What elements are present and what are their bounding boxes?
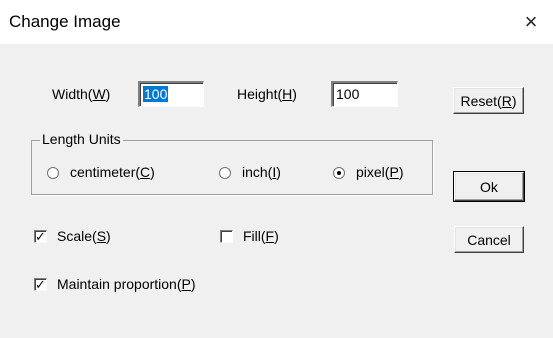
close-icon[interactable]: × — [509, 0, 553, 44]
fill-label[interactable]: Fill(F) — [243, 228, 279, 244]
window-title: Change Image — [9, 12, 121, 31]
radio-inch[interactable] — [219, 167, 231, 179]
radio-centimeter-label[interactable]: centimeter(C) — [70, 164, 155, 180]
height-label: Height(H) — [237, 86, 297, 102]
fill-checkbox[interactable] — [220, 230, 233, 243]
maintain-proportion-checkbox[interactable]: ✓ — [34, 278, 47, 291]
maintain-proportion-label[interactable]: Maintain proportion(P) — [57, 276, 196, 292]
checkmark-icon: ✓ — [35, 229, 46, 244]
checkmark-icon: ✓ — [35, 277, 46, 292]
ok-button[interactable]: Ok — [453, 171, 525, 202]
radio-inch-label[interactable]: inch(I) — [242, 164, 281, 180]
reset-button[interactable]: Reset(R) — [453, 87, 524, 114]
radio-pixel-label[interactable]: pixel(P) — [356, 164, 403, 180]
width-label: Width(W) — [52, 86, 111, 102]
width-input[interactable]: 100 — [138, 81, 204, 107]
cancel-button[interactable]: Cancel — [454, 226, 524, 253]
height-value: 100 — [336, 86, 360, 102]
length-units-label: Length Units — [40, 131, 123, 147]
scale-label[interactable]: Scale(S) — [57, 228, 111, 244]
title-bar: Change Image × — [0, 0, 553, 44]
width-value: 100 — [143, 86, 169, 102]
scale-checkbox[interactable]: ✓ — [34, 230, 47, 243]
radio-centimeter[interactable] — [47, 167, 59, 179]
height-input[interactable]: 100 — [331, 81, 398, 107]
radio-pixel[interactable] — [333, 167, 345, 179]
